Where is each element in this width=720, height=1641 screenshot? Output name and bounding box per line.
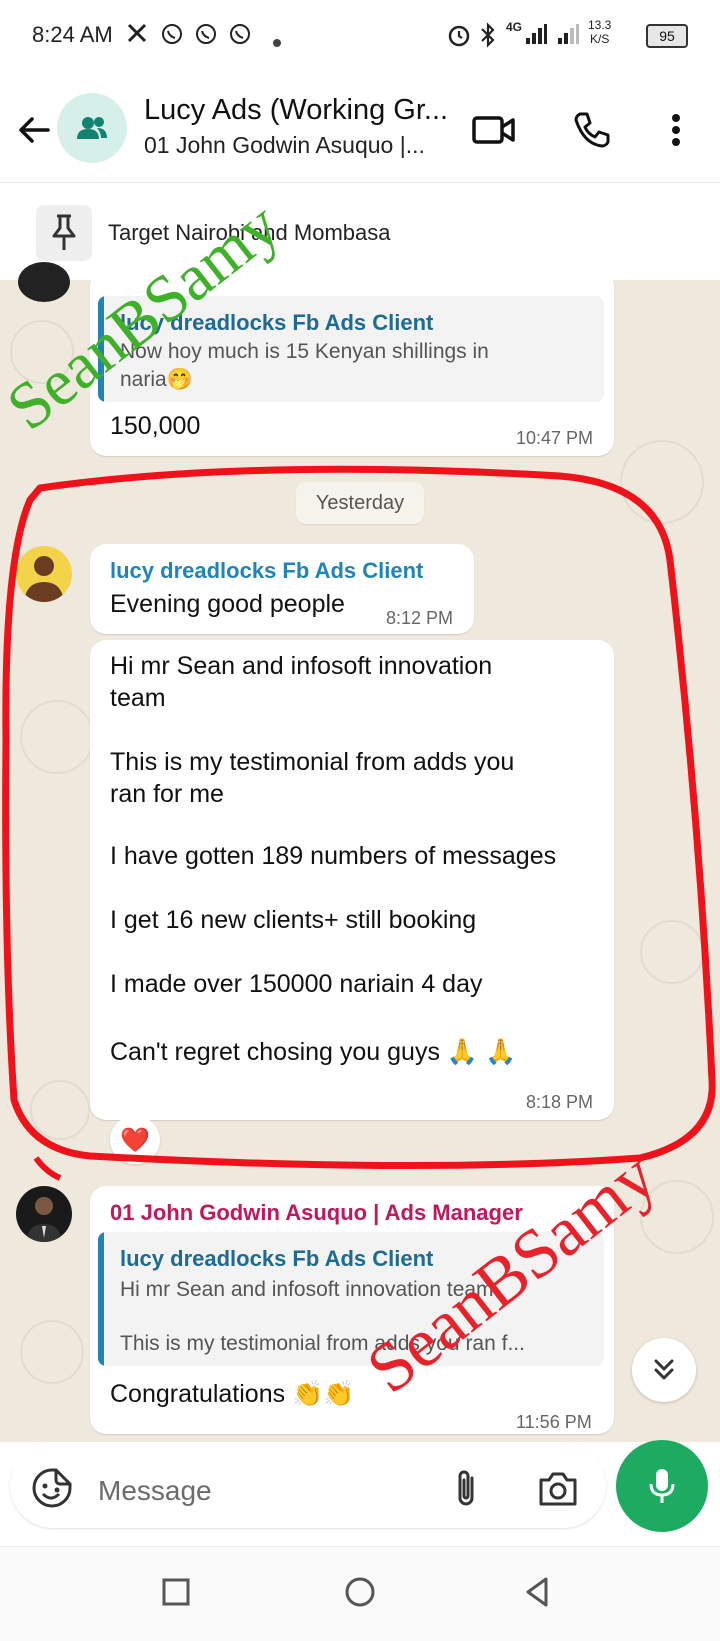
net-speed: 13.3 K/S — [588, 18, 612, 46]
network-type: 4G — [506, 20, 523, 34]
whatsapp-icon — [160, 22, 184, 52]
pin-icon — [36, 205, 92, 261]
double-chevron-down-icon — [654, 1359, 674, 1380]
signal-icon — [524, 22, 548, 52]
reaction-heart[interactable]: ❤️ — [110, 1116, 160, 1164]
chat-title[interactable]: Lucy Ads (Working Gr... — [144, 94, 448, 127]
alarm-icon — [446, 22, 472, 54]
quote-accent-bar — [98, 1232, 104, 1366]
battery-icon: 95 — [646, 24, 688, 48]
message-text-line: I get 16 new clients+ still booking — [110, 906, 477, 934]
message-text-line: I made over 150000 nariain 4 day — [110, 970, 483, 998]
message-text-line: team — [110, 684, 166, 712]
sender-avatar[interactable] — [18, 262, 70, 302]
date-separator: Yesterday — [296, 482, 424, 524]
heart-icon: ❤️ — [120, 1126, 150, 1154]
message-bubble[interactable]: Hi mr Sean and infosoft innovation team … — [90, 640, 614, 1120]
scroll-to-bottom-button[interactable] — [632, 1338, 696, 1402]
back-arrow-icon[interactable] — [14, 110, 54, 150]
message-time: 8:18 PM — [526, 1092, 594, 1112]
message-sender[interactable]: lucy dreadlocks Fb Ads Client — [110, 558, 423, 584]
mic-icon — [649, 1469, 675, 1503]
message-time: 11:56 PM — [516, 1412, 592, 1432]
message-text-line: Hi mr Sean and infosoft innovation — [110, 652, 493, 680]
recents-icon[interactable] — [156, 1572, 196, 1612]
mic-button[interactable] — [616, 1440, 708, 1532]
more-options-icon[interactable] — [650, 104, 702, 156]
message-bubble[interactable]: lucy dreadlocks Fb Ads Client Evening go… — [90, 544, 474, 634]
video-call-icon[interactable] — [468, 104, 520, 156]
dot-icon — [272, 28, 282, 54]
message-time: 8:12 PM — [386, 608, 454, 628]
signal-icon — [556, 22, 580, 52]
sender-avatar[interactable] — [16, 1186, 72, 1242]
sticker-emoji-icon[interactable] — [30, 1466, 74, 1510]
message-text-line: I have gotten 189 numbers of messages — [110, 842, 557, 870]
back-nav-icon[interactable] — [518, 1572, 558, 1612]
attach-icon[interactable] — [448, 1466, 484, 1510]
quoted-text-line: Now hoy much is 15 Kenyan shillings in — [120, 340, 489, 363]
bluetooth-icon — [478, 22, 498, 54]
group-icon — [77, 117, 107, 139]
whatsapp-business-icon — [194, 22, 218, 52]
message-text: 150,000 — [110, 412, 201, 440]
message-input[interactable] — [96, 1470, 420, 1512]
message-text-line: ran for me — [110, 780, 224, 808]
x-icon — [126, 22, 148, 50]
sender-avatar[interactable] — [16, 546, 72, 602]
voice-call-icon[interactable] — [565, 104, 617, 156]
message-text: Evening good people — [110, 590, 345, 618]
message-sender[interactable]: 01 John Godwin Asuquo | Ads Manager — [110, 1200, 523, 1226]
message-text-line: This is my testimonial from adds you — [110, 748, 515, 776]
home-icon[interactable] — [340, 1572, 380, 1612]
quoted-sender: lucy dreadlocks Fb Ads Client — [120, 1246, 434, 1271]
group-avatar[interactable] — [57, 93, 127, 163]
camera-icon[interactable] — [536, 1466, 580, 1510]
message-text-line: Can't regret chosing you guys 🙏 🙏 — [110, 1038, 517, 1066]
status-time: 8:24 AM — [32, 22, 113, 47]
message-text: Congratulations 👏👏 — [110, 1380, 355, 1408]
chat-subtitle[interactable]: 01 John Godwin Asuquo |... — [144, 132, 425, 159]
whatsapp-icon — [228, 22, 252, 52]
message-time: 10:47 PM — [516, 428, 594, 448]
